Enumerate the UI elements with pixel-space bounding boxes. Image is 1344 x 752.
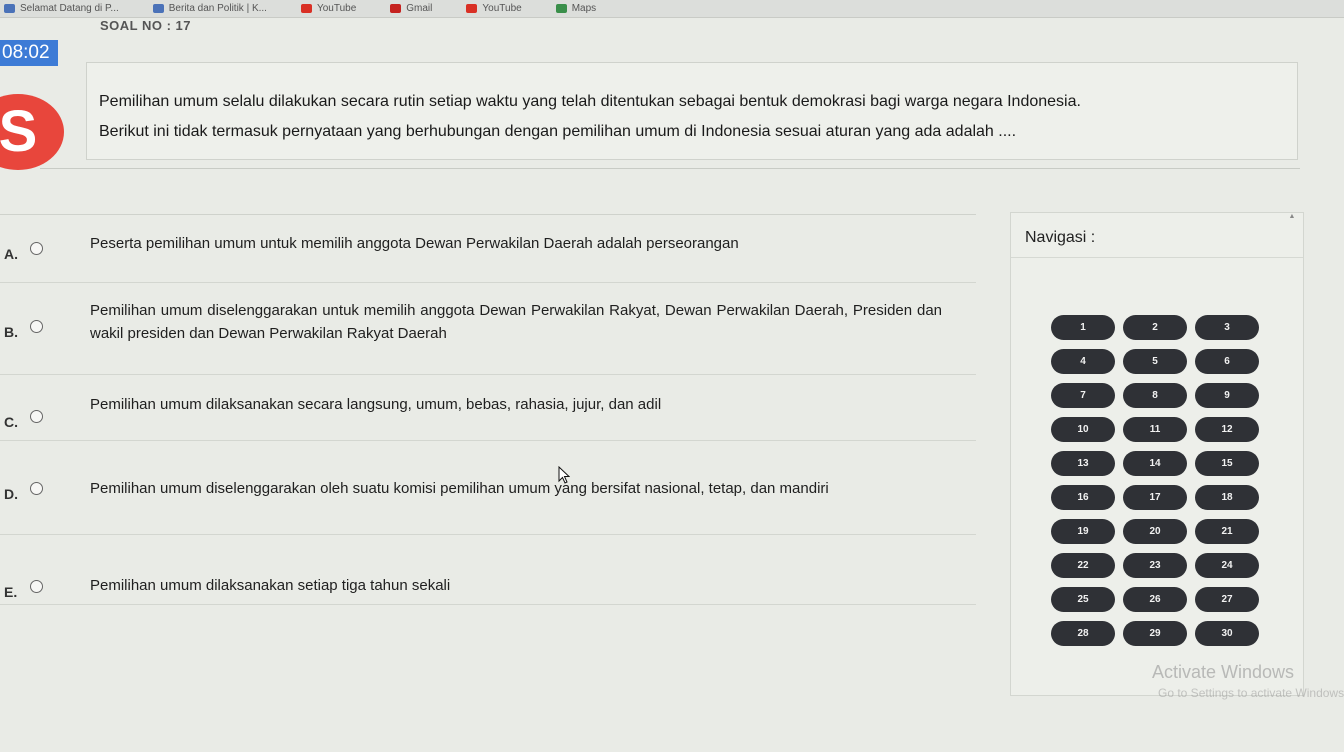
bookmark-label: YouTube [316, 3, 357, 14]
option-letter: A. [4, 246, 18, 262]
nav-question-button-11[interactable]: 11 [1123, 417, 1187, 442]
bookmark-label: Selamat Datang di P... [20, 3, 119, 14]
activate-windows-subtext: Go to Settings to activate Windows. [1158, 686, 1344, 700]
nav-question-button-13[interactable]: 13 [1051, 451, 1115, 476]
navigation-panel: ▲ Navigasi : 1 2 3 4 5 6 7 8 9 10 11 12 13 14 15 16 17 18… [1010, 212, 1304, 696]
option-letter: B. [4, 324, 18, 340]
nav-question-button-4[interactable]: 4 [1051, 349, 1115, 374]
nav-question-button-2[interactable]: 2 [1123, 315, 1187, 340]
option-c-radio[interactable] [30, 410, 43, 423]
scroll-up-icon[interactable]: ▲ [1287, 213, 1297, 223]
nav-question-button-29[interactable]: 29 [1123, 621, 1187, 646]
bookmarks-bar: Selamat Datang di P... Berita dan Politi… [0, 0, 1344, 18]
nav-question-button-17[interactable]: 17 [1123, 485, 1187, 510]
option-d[interactable]: D. Pemilihan umum diselenggarakan oleh s… [0, 441, 976, 535]
bookmark-label: YouTube [482, 3, 522, 14]
youtube-icon [300, 4, 312, 13]
youtube-icon [466, 4, 478, 13]
nav-question-button-3[interactable]: 3 [1195, 315, 1259, 340]
bookmark-label: Maps [571, 3, 597, 14]
nav-question-button-15[interactable]: 15 [1195, 451, 1259, 476]
divider [1011, 257, 1303, 258]
option-text: Pemilihan umum dilaksanakan setiap tiga … [90, 577, 451, 594]
option-d-radio[interactable] [30, 482, 43, 495]
question-text-line-1: Pemilihan umum selalu dilakukan secara r… [99, 93, 1081, 110]
activate-windows-watermark: Activate Windows [1152, 662, 1295, 682]
nav-question-button-20[interactable]: 20 [1123, 519, 1187, 544]
nav-question-button-25[interactable]: 25 [1051, 587, 1115, 612]
divider [40, 168, 1300, 169]
option-letter: E. [4, 584, 18, 600]
nav-question-button-7[interactable]: 7 [1051, 383, 1115, 408]
nav-question-button-30[interactable]: 30 [1195, 621, 1259, 646]
option-c[interactable]: C. Pemilihan umum dilaksanakan secara la… [0, 375, 976, 441]
option-text: Pemilihan umum diselenggarakan oleh suat… [90, 480, 829, 497]
option-b-radio[interactable] [30, 320, 43, 333]
answer-options: A. Peserta pemilihan umum untuk memilih … [0, 214, 976, 606]
page-icon [4, 4, 15, 13]
option-text: Peserta pemilihan umum untuk memilih ang… [90, 235, 739, 252]
nav-question-button-5[interactable]: 5 [1123, 349, 1187, 374]
nav-question-button-12[interactable]: 12 [1195, 417, 1259, 442]
nav-question-button-10[interactable]: 10 [1051, 417, 1115, 442]
question-number-grid: 1 2 3 4 5 6 7 8 9 10 11 12 13 14 15 16 17 18 19 20 21 22 23 24 2… [1051, 315, 1287, 646]
nav-question-button-26[interactable]: 26 [1123, 587, 1187, 612]
option-b[interactable]: B. Pemilihan umum diselenggarakan untuk … [0, 283, 976, 375]
nav-question-button-1[interactable]: 1 [1051, 315, 1115, 340]
option-a[interactable]: A. Peserta pemilihan umum untuk memilih … [0, 215, 976, 283]
nav-question-button-8[interactable]: 8 [1123, 383, 1187, 408]
nav-question-button-16[interactable]: 16 [1051, 485, 1115, 510]
option-text: Pemilihan umum dilaksanakan secara langs… [90, 396, 662, 413]
nav-question-button-14[interactable]: 14 [1123, 451, 1187, 476]
nav-question-button-19[interactable]: 19 [1051, 519, 1115, 544]
nav-question-button-9[interactable]: 9 [1195, 383, 1259, 408]
option-e-radio[interactable] [30, 580, 43, 593]
nav-question-button-24[interactable]: 24 [1195, 553, 1259, 578]
page-icon [152, 4, 164, 13]
bookmark-label: Berita dan Politik | K... [168, 3, 267, 14]
option-letter: C. [4, 414, 18, 430]
option-letter: D. [4, 486, 18, 502]
nav-question-button-21[interactable]: 21 [1195, 519, 1259, 544]
question-text-line-2: Berikut ini tidak termasuk pernyataan ya… [99, 123, 1017, 140]
countdown-timer: 08:02 [0, 40, 58, 66]
option-e[interactable]: E. Pemilihan umum dilaksanakan setiap ti… [0, 535, 976, 605]
navigation-title: Navigasi : [1025, 229, 1096, 246]
option-a-radio[interactable] [30, 242, 43, 255]
maps-icon [555, 4, 567, 13]
option-text: Pemilihan umum diselenggarakan untuk mem… [90, 302, 942, 342]
bookmark-maps[interactable]: Maps [555, 3, 597, 14]
mouse-cursor-icon [558, 466, 570, 484]
bookmark-youtube[interactable]: YouTube [300, 3, 357, 14]
bookmark-berita-politik[interactable]: Berita dan Politik | K... [152, 3, 267, 14]
nav-question-button-18[interactable]: 18 [1195, 485, 1259, 510]
avatar: S [0, 94, 64, 170]
bookmark-gmail[interactable]: Gmail [390, 3, 432, 14]
nav-question-button-22[interactable]: 22 [1051, 553, 1115, 578]
bookmark-label: Gmail [406, 3, 433, 14]
gmail-icon [390, 4, 402, 13]
nav-question-button-28[interactable]: 28 [1051, 621, 1115, 646]
question-number: SOAL NO : 17 [100, 18, 192, 33]
bookmark-selamat-datang[interactable]: Selamat Datang di P... [4, 3, 119, 14]
bookmark-youtube-2[interactable]: YouTube [466, 3, 522, 14]
question-box: Pemilihan umum selalu dilakukan secara r… [86, 62, 1298, 160]
nav-question-button-23[interactable]: 23 [1123, 553, 1187, 578]
nav-question-button-6[interactable]: 6 [1195, 349, 1259, 374]
nav-question-button-27[interactable]: 27 [1195, 587, 1259, 612]
